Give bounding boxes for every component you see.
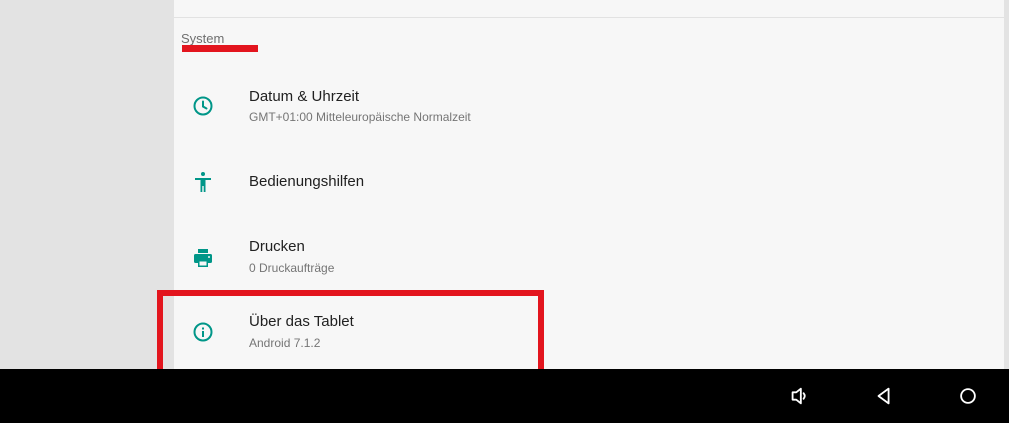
section-header-system: System	[181, 31, 225, 46]
top-divider	[174, 17, 1004, 18]
rotate-button[interactable]	[785, 382, 813, 410]
home-icon	[957, 385, 979, 407]
settings-item-about-tablet[interactable]: Über das Tablet Android 7.1.2	[174, 301, 1004, 365]
navigation-bar	[0, 369, 1009, 423]
settings-item-title: Datum & Uhrzeit	[249, 88, 360, 105]
rotate-icon	[788, 385, 810, 407]
settings-item-print[interactable]: Drucken 0 Druckaufträge	[174, 226, 1004, 290]
settings-item-subtitle: Android 7.1.2	[249, 336, 321, 350]
settings-item-accessibility[interactable]: Bedienungshilfen	[174, 150, 1004, 214]
settings-item-title: Über das Tablet	[249, 313, 354, 330]
settings-item-title: Drucken	[249, 238, 305, 255]
annotation-underline	[182, 45, 258, 52]
settings-item-subtitle: GMT+01:00 Mitteleuropäische Normalzeit	[249, 110, 471, 124]
home-button[interactable]	[954, 382, 982, 410]
settings-item-subtitle: 0 Druckaufträge	[249, 261, 335, 275]
back-icon	[873, 385, 895, 407]
accessibility-icon	[191, 170, 215, 194]
clock-icon	[191, 94, 215, 118]
settings-panel: System Datum & Uhrzeit GMT+01:00 Mittele…	[174, 0, 1004, 369]
settings-item-title: Bedienungshilfen	[249, 173, 365, 190]
info-icon	[191, 320, 215, 344]
back-button[interactable]	[870, 382, 898, 410]
right-gutter	[1004, 0, 1009, 369]
left-gutter	[0, 0, 174, 369]
settings-item-date-time[interactable]: Datum & Uhrzeit GMT+01:00 Mitteleuropäis…	[174, 74, 1004, 138]
printer-icon	[191, 246, 215, 270]
